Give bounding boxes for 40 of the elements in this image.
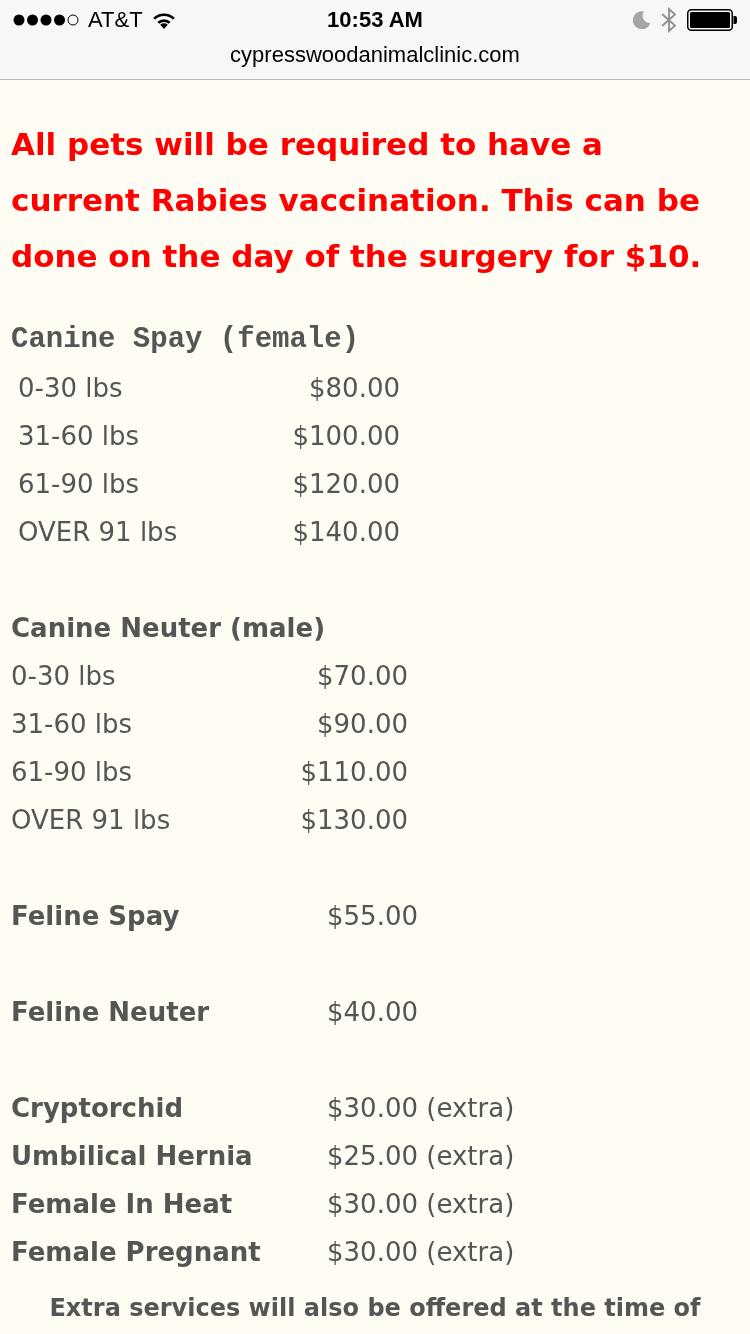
service-label: Feline Neuter [11,996,210,1029]
carrier-name: AT&T [88,8,143,31]
weight-range-text: OVER 91 lbs [18,516,178,549]
url-text[interactable]: cypresswoodanimalclinic.com [230,39,520,70]
price-text: $25.00 (extra) [327,1140,515,1173]
service-label: Female Pregnant [11,1236,261,1269]
weight-range-text: OVER 91 lbs [11,804,171,837]
weight-range-text: 61-90 lbs [18,468,140,501]
moon-icon [633,10,651,29]
service-label: Female In Heat [11,1188,233,1221]
price-text: $130.00 [300,804,408,837]
weight-range-text: 0-30 lbs [11,660,116,693]
price-text: $100.00 [292,420,400,453]
price-text: $90.00 [317,708,408,741]
section-heading: Canine Neuter (male) [11,612,326,645]
price-text: $140.00 [292,516,400,549]
weight-range-text: 0-30 lbs [18,372,123,405]
status-time: 10:53 AM [327,8,423,31]
price-text: $55.00 [327,900,418,933]
extra-services-note: Extra services will also be offered at the time of [49,1293,701,1324]
price-text: $110.00 [300,756,408,789]
weight-range-text: 31-60 lbs [18,420,140,453]
weight-range-text: 31-60 lbs [11,708,133,741]
price-text: $30.00 (extra) [327,1188,515,1221]
rabies-notice: All pets will be required to have a current Rabies vaccination. This can be done on the day of the surgery for $10. [11,125,703,276]
price-text: $80.00 [309,372,400,405]
price-text: $120.00 [292,468,400,501]
signal-strength-icon [13,13,79,26]
price-text: $70.00 [317,660,408,693]
price-text: $30.00 (extra) [327,1092,515,1125]
battery-icon [687,8,737,31]
service-label: Umbilical Hernia [11,1140,253,1173]
service-label: Cryptorchid [11,1092,184,1125]
service-label: Feline Spay [11,900,180,933]
section-heading: Canine Spay (female) [11,322,360,358]
bluetooth-icon [661,6,677,33]
wifi-icon [151,10,176,29]
price-text: $30.00 (extra) [327,1236,515,1269]
price-text: $40.00 [327,996,418,1029]
weight-range-text: 61-90 lbs [11,756,133,789]
